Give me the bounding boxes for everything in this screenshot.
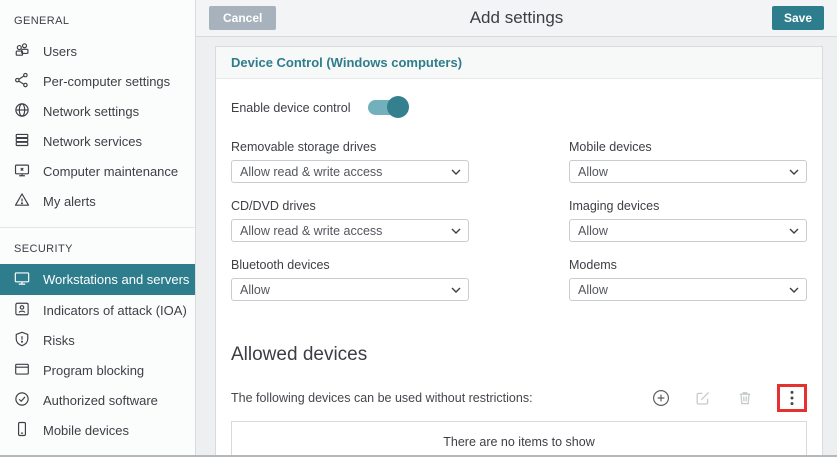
network-services-icon [13,131,31,152]
enable-device-control-toggle[interactable] [367,96,409,118]
field-imaging-devices: Imaging devices Allow [569,199,807,242]
bluetooth-devices-select[interactable]: Allow [231,278,469,301]
my-alerts-icon [13,191,31,212]
sidebar-item-program-blocking[interactable]: Program blocking [0,355,195,385]
cd-dvd-drives-select[interactable]: Allow read & write access [231,219,469,242]
sidebar-item-label: Workstations and servers [43,272,190,287]
enable-device-control-row: Enable device control [231,96,807,118]
removable-storage-drives-select[interactable]: Allow read & write access [231,160,469,183]
sidebar-item-computer-maintenance[interactable]: Computer maintenance [0,156,195,186]
field-modems: Modems Allow [569,258,807,301]
sidebar-item-label: Authorized software [43,392,158,408]
device-permission-fields: Removable storage drives Allow read & wr… [231,140,807,317]
risks-icon [13,330,31,351]
sidebar-item-label: Network settings [43,103,140,119]
authorized-software-icon [13,390,31,411]
field-label: CD/DVD drives [231,199,316,213]
sidebar-item-label: Risks [43,332,75,348]
users-icon [13,41,31,62]
sidebar-item-label: My alerts [43,193,96,209]
add-icon[interactable] [651,388,671,408]
sidebar-item-per-computer-settings[interactable]: Per-computer settings [0,66,195,96]
per-computer-settings-icon [13,71,31,92]
workstations-icon [13,269,31,290]
delete-icon[interactable] [735,388,755,408]
program-blocking-icon [13,360,31,381]
allowed-devices-toolbar-row: The following devices can be used withou… [231,384,807,412]
field-label: Imaging devices [569,199,660,213]
field-mobile-devices: Mobile devices Allow [569,140,807,183]
field-cd-dvd-drives: CD/DVD drives Allow read & write access [231,199,469,242]
ioa-icon [13,300,31,321]
sidebar-section-general: GENERAL [14,15,70,27]
device-control-card: Device Control (Windows computers) Enabl… [215,46,823,455]
toggle-knob [386,96,409,118]
card-section-title: Device Control (Windows computers) [216,47,822,79]
page-title: Add settings [469,8,564,27]
sidebar-item-indicators-of-attack[interactable]: Indicators of attack (IOA) [0,295,195,325]
more-options-icon[interactable] [785,389,799,407]
main-area: Cancel Add settings Save Device Control … [196,0,837,455]
sidebar-item-label: Network services [43,133,142,149]
add-settings-screen: GENERAL Users Per-computer settings Netw… [0,0,837,457]
imaging-devices-select[interactable]: Allow [569,219,807,242]
sidebar-item-network-services[interactable]: Network services [0,126,195,156]
allowed-devices-title: Allowed devices [231,344,368,365]
sidebar-item-label: Per-computer settings [43,73,171,89]
field-label: Removable storage drives [231,140,377,154]
highlight-box [777,384,807,412]
field-label: Mobile devices [569,140,652,154]
save-button[interactable]: Save [771,6,824,30]
sidebar-item-label: Users [43,43,77,59]
sidebar-item-label: Program blocking [43,362,145,378]
cancel-button[interactable]: Cancel [209,6,277,30]
network-settings-icon [13,101,31,122]
allowed-devices-list[interactable]: There are no items to show [231,421,807,455]
sidebar-item-label: Mobile devices [43,422,129,438]
enable-device-control-label: Enable device control [231,100,351,115]
sidebar-item-authorized-software[interactable]: Authorized software [0,385,195,415]
sidebar-item-label: Computer maintenance [43,163,179,179]
sidebar-item-users[interactable]: Users [0,36,195,66]
sidebar-item-mobile-devices[interactable]: Mobile devices [0,415,195,445]
sidebar-item-label: Indicators of attack (IOA) [43,302,187,318]
sidebar: GENERAL Users Per-computer settings Netw… [0,0,196,455]
mobile-devices-icon [13,420,31,441]
sidebar-item-network-settings[interactable]: Network settings [0,96,195,126]
field-label: Modems [569,258,617,272]
field-removable-storage-drives: Removable storage drives Allow read & wr… [231,140,469,183]
sidebar-item-my-alerts[interactable]: My alerts [0,186,195,216]
field-bluetooth-devices: Bluetooth devices Allow [231,258,469,301]
sidebar-item-risks[interactable]: Risks [0,325,195,355]
sidebar-section-security: SECURITY [14,243,73,255]
allowed-devices-description: The following devices can be used withou… [231,391,533,405]
allowed-devices-toolbar [651,384,807,412]
empty-list-message: There are no items to show [443,435,595,449]
computer-maintenance-icon [13,161,31,182]
modems-select[interactable]: Allow [569,278,807,301]
card-body: Enable device control Removable storage … [216,96,822,455]
sidebar-item-workstations-and-servers[interactable]: Workstations and servers [0,264,195,295]
field-label: Bluetooth devices [231,258,330,272]
edit-icon[interactable] [693,388,713,408]
mobile-devices-select[interactable]: Allow [569,160,807,183]
topbar: Cancel Add settings Save [196,0,837,37]
